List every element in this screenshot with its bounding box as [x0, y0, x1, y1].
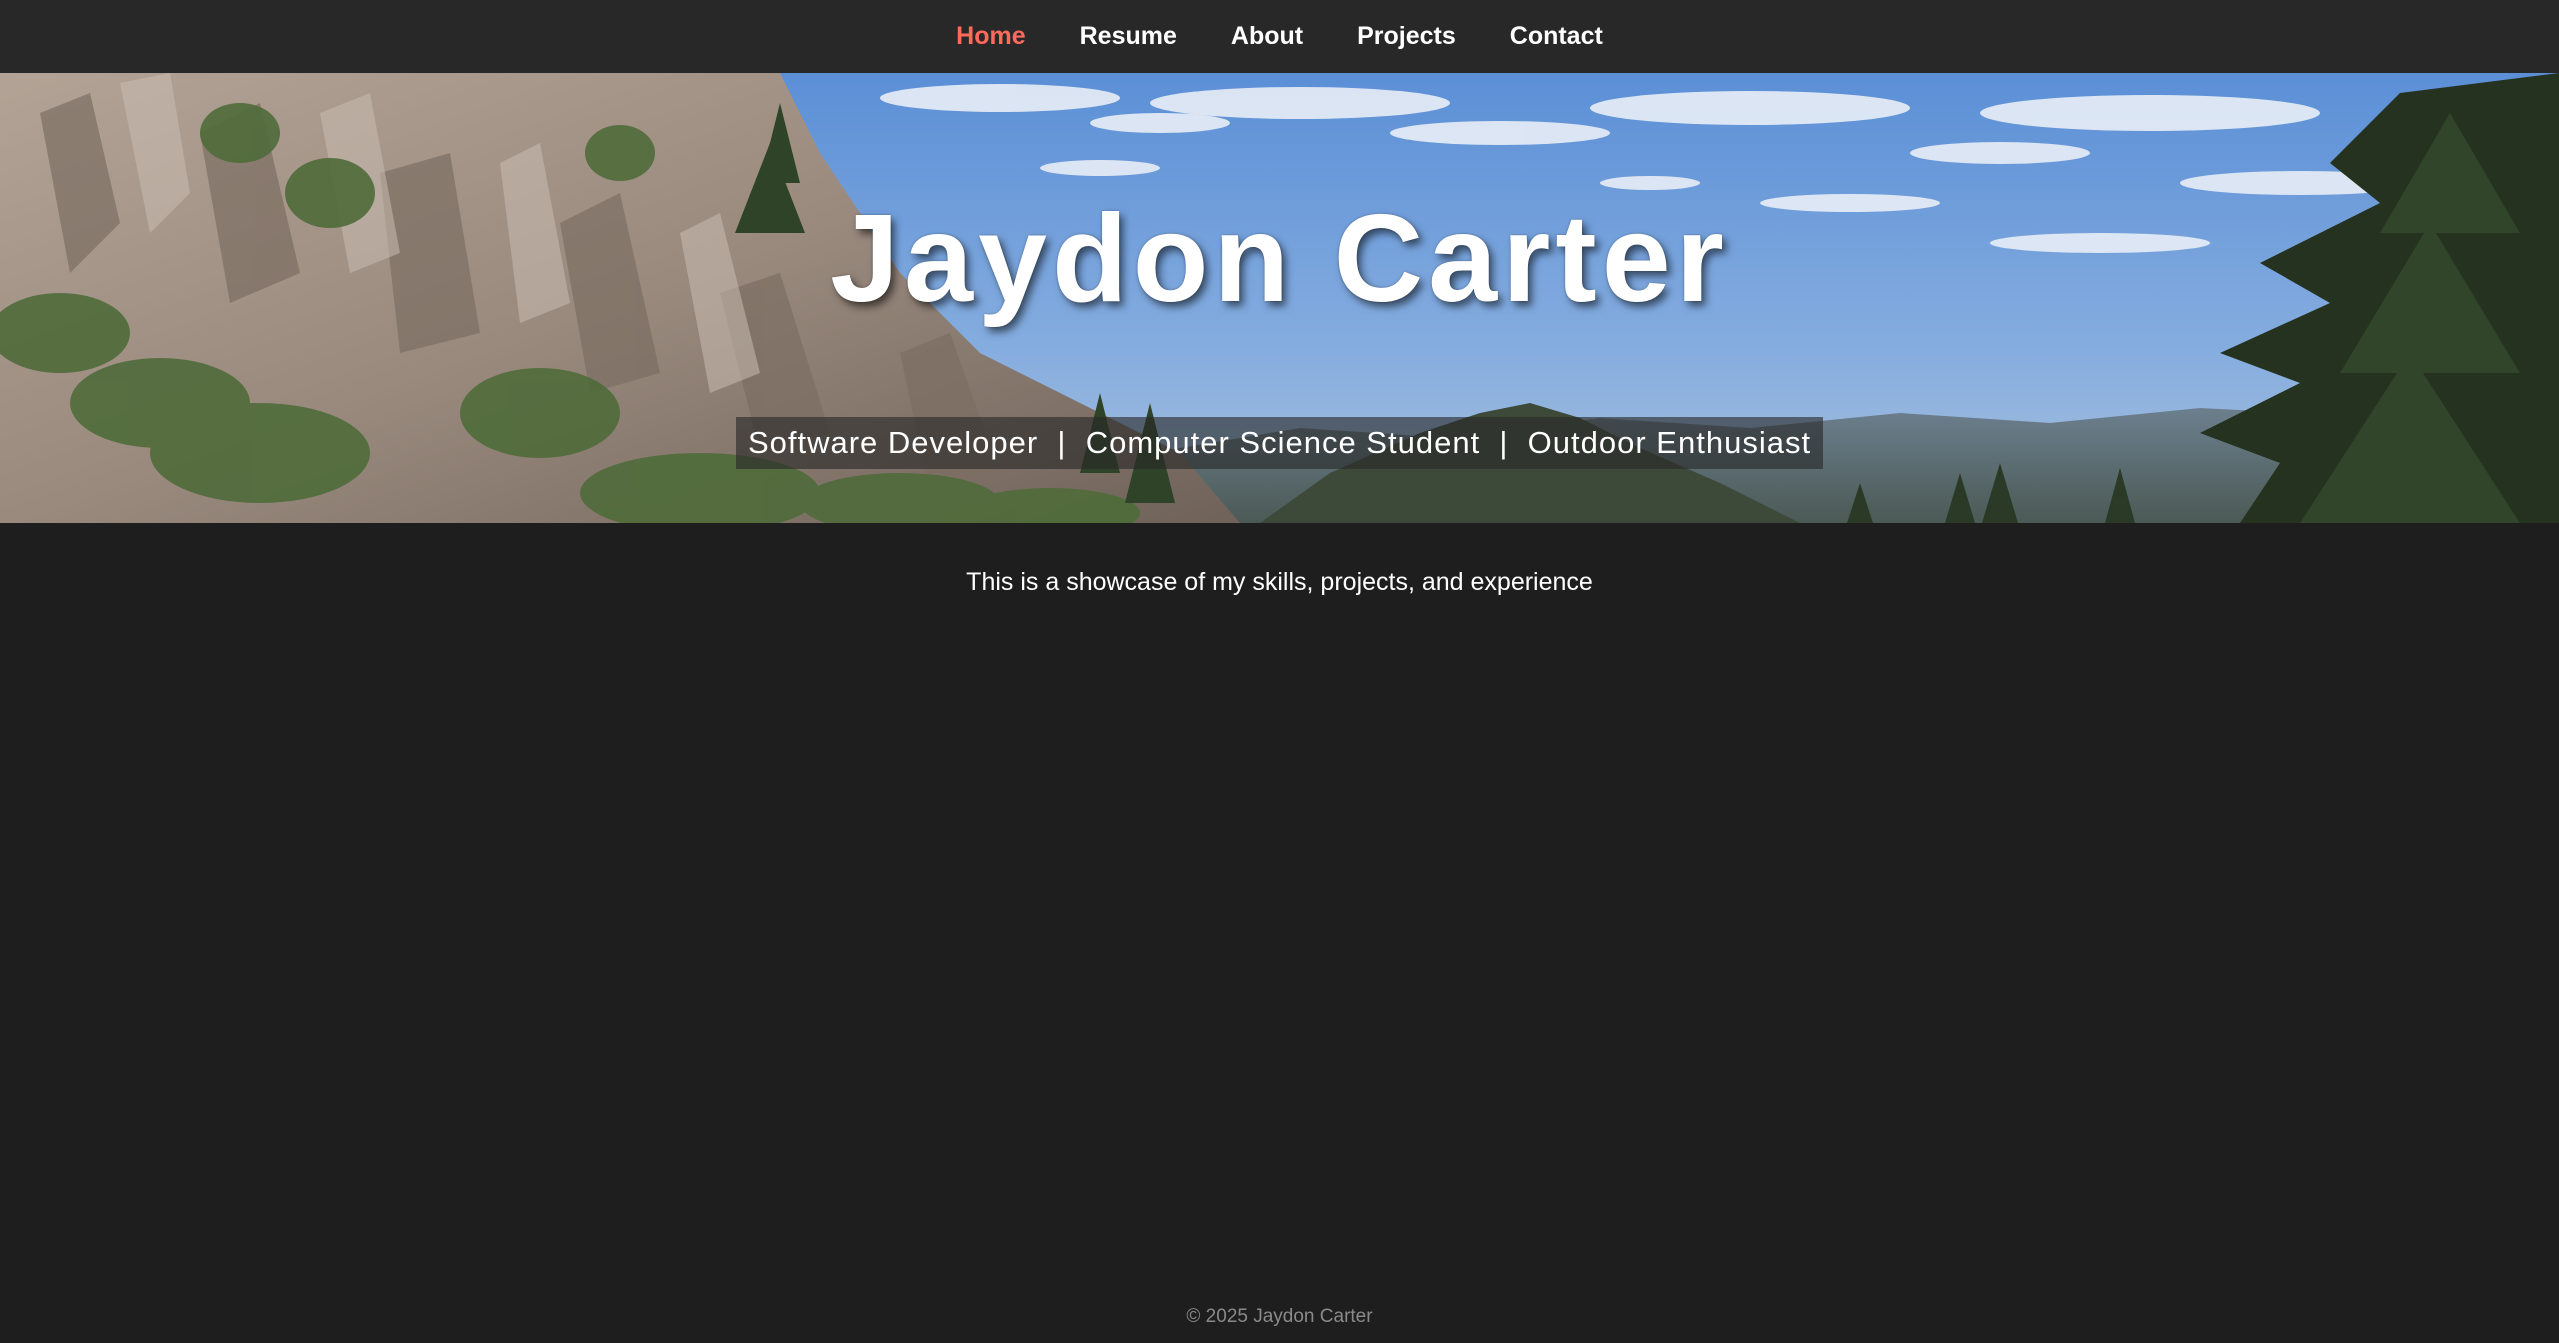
intro-text: This is a showcase of my skills, project…	[966, 568, 1593, 596]
nav-link-home[interactable]: Home	[956, 24, 1025, 49]
nav-link-contact[interactable]: Contact	[1510, 24, 1603, 49]
nav-link-about[interactable]: About	[1231, 24, 1303, 49]
footer-copyright: © 2025 Jaydon Carter	[1186, 1306, 1373, 1327]
top-navigation: Home Resume About Projects Contact	[0, 0, 2559, 73]
hero-banner: Jaydon Carter Software Developer | Compu…	[0, 73, 2559, 523]
hero-title: Jaydon Carter	[830, 190, 1729, 328]
nav-link-projects[interactable]: Projects	[1357, 24, 1456, 49]
hero-subtitle: Software Developer | Computer Science St…	[735, 417, 1824, 469]
nav-link-resume[interactable]: Resume	[1080, 24, 1177, 49]
hero-subtitle-container: Software Developer | Computer Science St…	[0, 417, 2559, 469]
